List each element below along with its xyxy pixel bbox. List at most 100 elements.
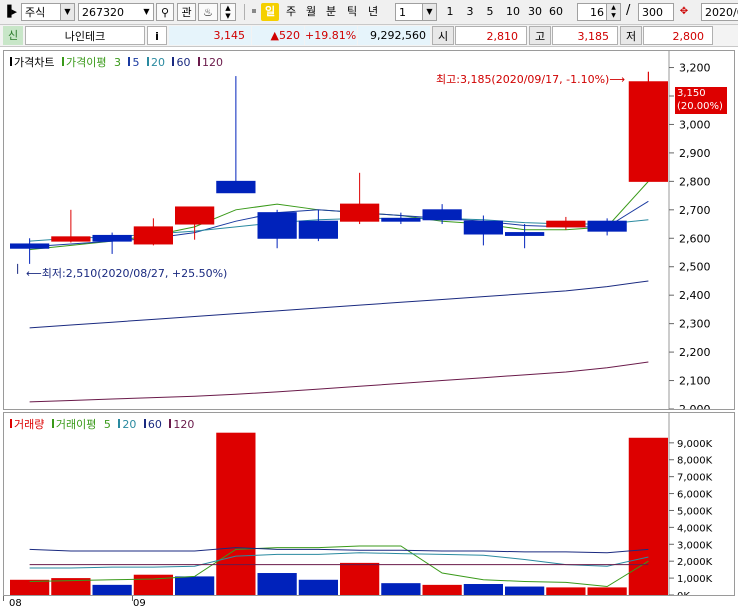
y-tick-label: 2,400 — [679, 289, 711, 302]
open-price: 2,810 — [455, 26, 527, 45]
volume-bar — [175, 576, 215, 595]
y-tick-label: 0K — [677, 591, 690, 595]
volume-bar — [587, 587, 627, 595]
display-count-input[interactable]: 16 ▲ ▼ — [577, 3, 621, 21]
x-tick-label-08: 08 — [9, 598, 22, 609]
info-button[interactable]: i — [147, 26, 167, 45]
chevron-down-icon: ▼ — [60, 4, 74, 20]
candle-body — [587, 220, 627, 232]
reset-button[interactable]: ✥ — [676, 3, 692, 21]
info-icon: i — [155, 30, 159, 43]
arrow-down-icon: ▼ — [225, 12, 231, 20]
volume-bar — [422, 584, 462, 595]
y-tick-label: 3,000K — [677, 540, 713, 551]
tab-period-minute[interactable]: 분 — [323, 3, 339, 21]
price-chart-canvas[interactable]: 3,2003,1003,0002,9002,8002,7002,6002,500… — [4, 51, 734, 409]
candle-body — [381, 217, 421, 222]
y-tick-label: 2,000K — [677, 557, 713, 568]
high-annotation: 최고:3,185(2020/09/17, -1.10%)⟶ — [436, 73, 626, 86]
date-value: 2020/0 — [705, 6, 738, 19]
y-tick-label: 2,600 — [679, 232, 711, 245]
quick-count-60[interactable]: 60 — [546, 3, 566, 21]
open-label: 시 — [432, 26, 454, 45]
x-axis: 08 09 — [0, 596, 738, 611]
interval-select[interactable]: 1 ▼ — [395, 3, 437, 21]
refresh-icon: ✥ — [679, 6, 689, 17]
y-tick-label: 1,000K — [677, 574, 713, 585]
quick-count-3[interactable]: 3 — [463, 3, 477, 21]
volume-bar — [340, 562, 380, 595]
top-toolbar: ▐▸ 주식 ▼ 267320 ▼ ⚲ 관 ♨ ▲ ▼ 일 주 월 분 틱 년 1 … — [0, 0, 738, 25]
candle-body — [298, 220, 338, 239]
volume-bar — [505, 586, 545, 595]
tool-button[interactable]: ♨ — [198, 3, 218, 21]
current-price-tag: 3,150 (20.00%) — [675, 87, 727, 114]
y-tick-label: 4,000K — [677, 523, 713, 534]
y-tick-label: 3,000 — [679, 118, 711, 131]
candle-body — [133, 226, 173, 245]
stock-code-input[interactable]: 267320 ▼ — [78, 3, 154, 21]
price-ma-line-120 — [29, 361, 649, 403]
volume-ma-line-60 — [29, 547, 649, 554]
tab-period-day[interactable]: 일 — [261, 3, 279, 21]
quick-count-30[interactable]: 30 — [525, 3, 545, 21]
tab-period-week[interactable]: 주 — [283, 3, 299, 21]
candle-body — [628, 81, 668, 182]
volume-bar — [546, 587, 586, 595]
y-tick-label: 6,000K — [677, 490, 713, 501]
candle-body — [546, 220, 586, 228]
low-price: 2,800 — [643, 26, 713, 45]
volume-bar — [463, 584, 503, 595]
volume-chart-panel[interactable]: 거래량 거래이평 5 20 60 120 9,000K 8,000K 7,000K 6… — [3, 412, 735, 596]
volume-chart-canvas[interactable]: 9,000K 8,000K 7,000K 6,000K 5,000K 4,000K 3,00… — [4, 413, 734, 595]
y-tick-label: 2,000 — [679, 403, 711, 409]
total-count-input[interactable]: 300 — [638, 3, 674, 21]
high-price: 3,185 — [552, 26, 618, 45]
quick-count-1[interactable]: 1 — [443, 3, 457, 21]
price-ma-line-60 — [29, 280, 649, 329]
volume-ma-line-20 — [29, 552, 649, 569]
volume-bar — [216, 432, 256, 595]
tab-period-tick[interactable]: 틱 — [344, 3, 360, 21]
tab-period-year[interactable]: 년 — [365, 3, 381, 21]
volume-bar — [298, 579, 338, 595]
low-annotation: ⟵최저:2,510(2020/08/27, +25.50%) — [26, 267, 228, 280]
price-chart-panel[interactable]: 가격차트 가격이평 3 5 20 60 120 3,2003,1003,0002… — [3, 50, 735, 410]
current-price-tag-value: 3,150 — [677, 88, 706, 99]
candle-body — [257, 212, 297, 239]
watchlist-button[interactable]: 관 — [177, 3, 196, 21]
chevron-down-icon: ▼ — [422, 4, 436, 20]
date-input[interactable]: 2020/0 — [701, 3, 738, 21]
tab-period-month[interactable]: 월 — [303, 3, 319, 21]
market-select[interactable]: 주식 ▼ — [21, 3, 75, 21]
high-label: 고 — [529, 26, 551, 45]
quote-bar: 신 나인테크 i 3,145 ▲520 +19.81% 9,292,560 시 … — [0, 25, 738, 47]
price-change: ▲520 — [252, 26, 304, 45]
updown-stepper[interactable]: ▲ ▼ — [220, 3, 236, 21]
bell-icon: ♨ — [203, 6, 213, 19]
stock-name: 나인테크 — [25, 26, 145, 45]
y-tick-label: 9,000K — [677, 439, 713, 450]
quick-count-10[interactable]: 10 — [503, 3, 523, 21]
interval-value: 1 — [399, 6, 406, 19]
divider — [244, 4, 245, 20]
quick-count-5[interactable]: 5 — [483, 3, 497, 21]
y-tick-label: 2,900 — [679, 147, 711, 160]
stock-code-value: 267320 — [82, 6, 124, 19]
y-tick-label: 2,700 — [679, 204, 711, 217]
y-tick-label: 2,500 — [679, 261, 711, 274]
volume-bar — [628, 437, 668, 595]
candle-body — [92, 234, 132, 242]
total-count-value: 300 — [642, 6, 663, 19]
y-tick-label: 2,200 — [679, 346, 711, 359]
y-tick-label: 2,100 — [679, 375, 711, 388]
market-select-value: 주식 — [25, 6, 46, 19]
chevron-down-icon: ▼ — [140, 4, 153, 20]
candle-body — [463, 220, 503, 235]
y-tick-label: 2,800 — [679, 175, 711, 188]
spin-icon[interactable]: ▲ ▼ — [606, 4, 620, 20]
menu-arrow-icon[interactable]: ▐▸ — [3, 5, 17, 19]
period-dot-icon — [252, 9, 256, 13]
search-button[interactable]: ⚲ — [156, 3, 174, 21]
candle-body — [505, 232, 545, 236]
